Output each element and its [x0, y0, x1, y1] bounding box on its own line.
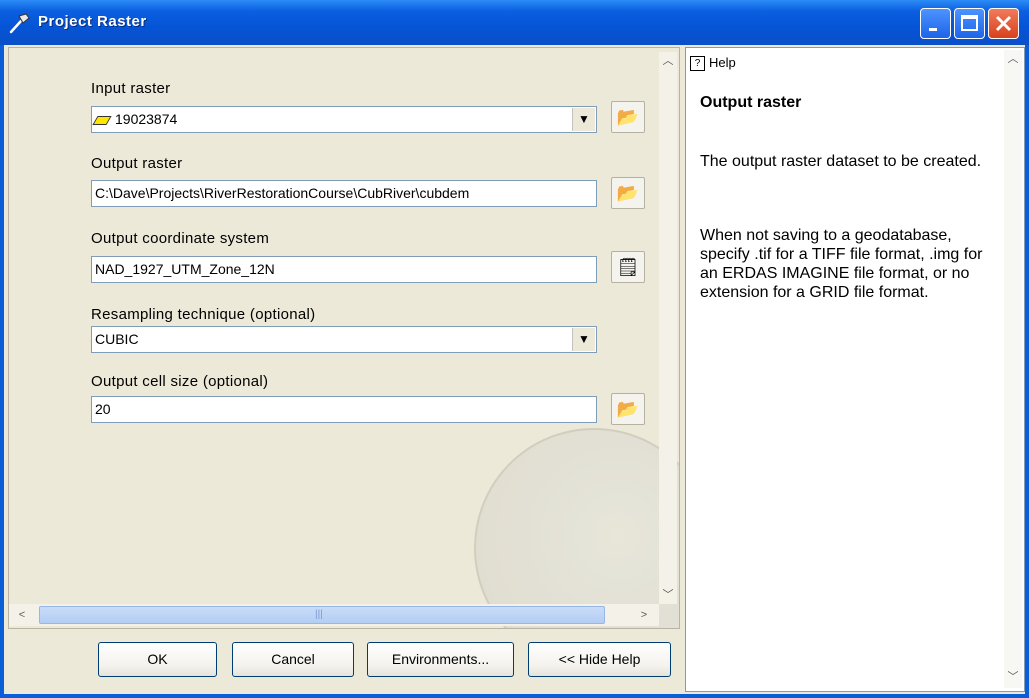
- cancel-button[interactable]: Cancel: [232, 642, 354, 677]
- environments-button[interactable]: Environments...: [367, 642, 514, 677]
- coord-system-input[interactable]: NAD_1927_UTM_Zone_12N: [91, 256, 597, 283]
- help-tab[interactable]: ? Help: [690, 51, 736, 75]
- coord-system-value: NAD_1927_UTM_Zone_12N: [95, 261, 275, 277]
- output-raster-label: Output raster: [91, 155, 183, 172]
- help-paragraph-2: When not saving to a geodatabase, specif…: [700, 227, 983, 301]
- globe-watermark: [474, 428, 679, 628]
- title-bar[interactable]: Project Raster: [0, 0, 1029, 45]
- browse-output-button[interactable]: 📂: [611, 177, 645, 209]
- help-vertical-scrollbar[interactable]: ︿ ﹀: [1004, 50, 1022, 688]
- scroll-right-icon[interactable]: >: [635, 606, 653, 624]
- browse-input-button[interactable]: 📂: [611, 101, 645, 133]
- cell-size-label: Output cell size (optional): [91, 373, 269, 390]
- chevron-down-icon[interactable]: ▼: [572, 108, 595, 131]
- properties-icon: 🗒: [616, 257, 640, 277]
- help-tab-label: Help: [709, 55, 736, 70]
- horizontal-scroll-thumb[interactable]: |||: [39, 606, 605, 624]
- minimize-button[interactable]: [920, 8, 951, 39]
- window-title: Project Raster: [38, 13, 147, 30]
- maximize-icon: [961, 15, 978, 31]
- grip-icon: |||: [315, 609, 323, 620]
- hammer-icon: [9, 13, 30, 34]
- help-pane: ? Help Output raster The output raster da…: [685, 47, 1025, 692]
- input-raster-dropdown[interactable]: 19023874 ▼: [91, 106, 597, 133]
- resampling-label: Resampling technique (optional): [91, 306, 316, 323]
- cell-size-value: 20: [95, 401, 111, 417]
- open-folder-icon: 📂: [616, 399, 640, 419]
- horizontal-scrollbar[interactable]: < ||| >: [9, 604, 659, 626]
- minimize-icon: [929, 28, 937, 31]
- help-icon: ?: [690, 56, 705, 72]
- help-paragraph-1: The output raster dataset to be created.: [700, 153, 982, 170]
- hide-help-button[interactable]: << Hide Help: [528, 642, 671, 677]
- vertical-scrollbar[interactable]: ︿ ﹀: [659, 52, 677, 604]
- scroll-down-icon[interactable]: ﹀: [659, 586, 677, 604]
- scroll-up-icon[interactable]: ︿: [1004, 50, 1022, 68]
- parameters-pane: Input raster 19023874 ▼ 📂 Output raster …: [8, 47, 680, 629]
- output-raster-value: C:\Dave\Projects\RiverRestorationCourse\…: [95, 185, 470, 201]
- project-raster-window: Project Raster Input raster 19023874 ▼ 📂…: [0, 0, 1029, 698]
- chevron-down-icon[interactable]: ▼: [572, 328, 595, 351]
- open-folder-icon: 📂: [616, 107, 640, 127]
- output-raster-input[interactable]: C:\Dave\Projects\RiverRestorationCourse\…: [91, 180, 597, 207]
- maximize-button[interactable]: [954, 8, 985, 39]
- cell-size-input[interactable]: 20: [91, 396, 597, 423]
- help-title: Output raster: [700, 94, 802, 111]
- scroll-down-icon[interactable]: ﹀: [1004, 668, 1022, 686]
- coord-system-label: Output coordinate system: [91, 230, 270, 247]
- raster-layer-icon: [92, 115, 112, 125]
- ok-button[interactable]: OK: [98, 642, 217, 677]
- browse-cell-size-button[interactable]: 📂: [611, 393, 645, 425]
- dialog-client-area: Input raster 19023874 ▼ 📂 Output raster …: [4, 45, 1025, 694]
- resampling-dropdown[interactable]: CUBIC ▼: [91, 326, 597, 353]
- open-folder-icon: 📂: [616, 183, 640, 203]
- resampling-value: CUBIC: [95, 331, 139, 347]
- input-raster-value: 19023874: [115, 111, 178, 127]
- coord-system-properties-button[interactable]: 🗒: [611, 251, 645, 283]
- scroll-up-icon[interactable]: ︿: [659, 52, 677, 70]
- scroll-left-icon[interactable]: <: [13, 606, 31, 624]
- input-raster-label: Input raster: [91, 80, 171, 97]
- close-icon: [995, 15, 1012, 32]
- close-button[interactable]: [988, 8, 1019, 39]
